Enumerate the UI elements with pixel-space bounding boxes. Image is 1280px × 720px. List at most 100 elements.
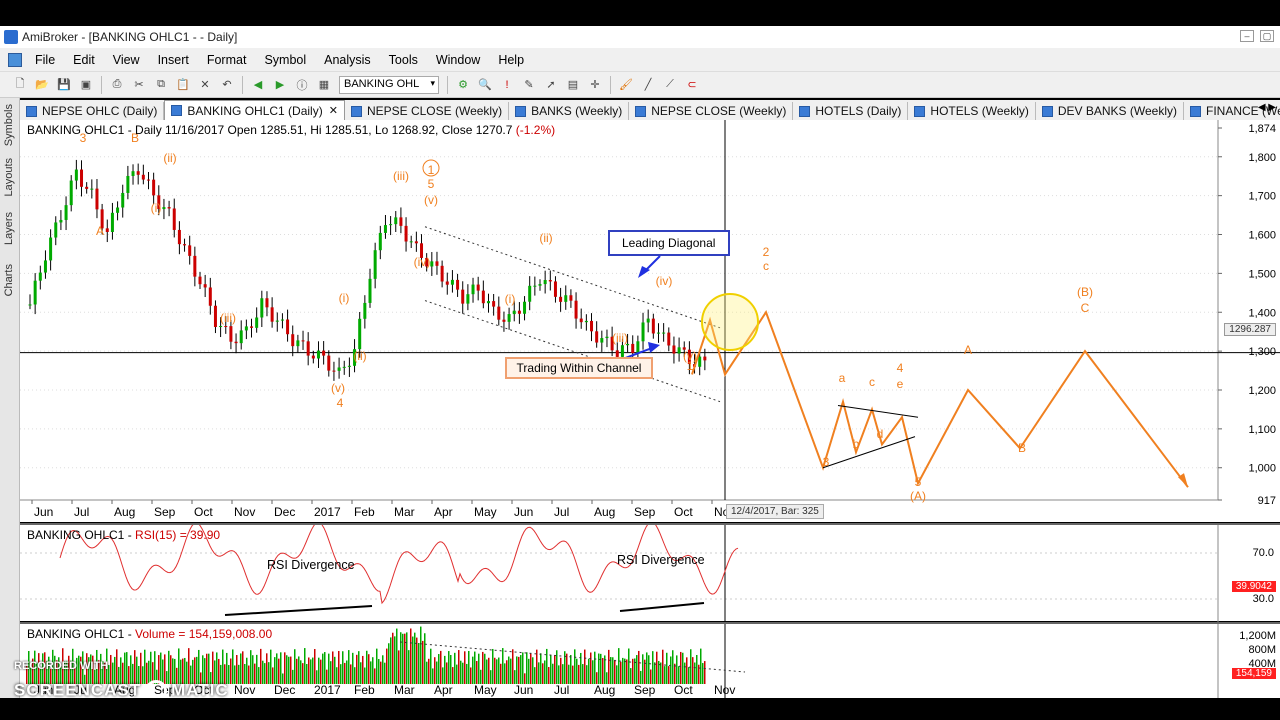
- volume-bar: [322, 653, 324, 684]
- magnet-icon[interactable]: ⊂: [684, 77, 700, 93]
- candle-body: [605, 336, 609, 339]
- menu-insert[interactable]: Insert: [149, 53, 198, 67]
- volume-bar: [608, 649, 610, 684]
- candle-body: [492, 301, 496, 307]
- pointer-icon[interactable]: ➚: [543, 77, 559, 93]
- leading-diagonal-callout[interactable]: Leading Diagonal: [608, 230, 730, 256]
- paste-icon[interactable]: 📋: [175, 77, 191, 93]
- wave-label: (ii): [539, 231, 552, 245]
- toolbar-separator: [242, 75, 243, 94]
- tab-scroll-arrows-icon[interactable]: ◀ ▶: [1258, 102, 1276, 113]
- document-icon[interactable]: [8, 52, 22, 67]
- new-icon[interactable]: 🗋: [12, 77, 28, 93]
- undo-icon[interactable]: ↶: [219, 77, 235, 93]
- chart-icon: [171, 105, 183, 116]
- back-icon[interactable]: ◀: [250, 77, 266, 93]
- chart-type-icon[interactable]: ▤: [565, 77, 581, 93]
- trendline-icon[interactable]: ⟋: [662, 77, 678, 93]
- sidebar-symbols[interactable]: Symbols: [3, 104, 15, 146]
- exclamation-icon[interactable]: !: [499, 77, 515, 93]
- candle-body: [224, 326, 228, 328]
- volume-bar: [548, 667, 550, 684]
- menu-analysis[interactable]: Analysis: [315, 53, 380, 67]
- tab-hotels-weekly[interactable]: HOTELS (Weekly): [908, 102, 1036, 120]
- trading-channel-callout[interactable]: Trading Within Channel: [505, 357, 653, 379]
- volume-bar: [246, 657, 248, 684]
- tab-dev-banks-weekly[interactable]: DEV BANKS (Weekly): [1036, 102, 1185, 120]
- cut-icon[interactable]: ✂: [131, 77, 147, 93]
- volume-bar: [646, 652, 648, 684]
- tab-banking-ohlc1-daily[interactable]: BANKING OHLC1 (Daily) ✕: [164, 100, 345, 120]
- draw-icon[interactable]: ✎: [521, 77, 537, 93]
- volume-bar: [368, 654, 370, 684]
- screen-top-bar: [0, 0, 1280, 26]
- sidebar-charts[interactable]: Charts: [3, 264, 15, 296]
- tab-nepse-close-weekly-2[interactable]: NEPSE CLOSE (Weekly): [629, 102, 794, 120]
- open-folder-icon[interactable]: 📂: [34, 77, 50, 93]
- save-icon[interactable]: 💾: [56, 77, 72, 93]
- candle-body: [533, 285, 537, 287]
- candle-body: [620, 345, 624, 357]
- candle-body: [517, 310, 521, 314]
- candle-body: [698, 356, 702, 367]
- candle-body: [213, 305, 217, 328]
- minimize-icon[interactable]: –: [1240, 30, 1254, 42]
- settings-icon[interactable]: ⚙: [455, 77, 471, 93]
- menu-view[interactable]: View: [104, 53, 149, 67]
- menu-tools[interactable]: Tools: [380, 53, 427, 67]
- quote-editor-icon[interactable]: ▦: [316, 77, 332, 93]
- info-icon[interactable]: ⓘ: [294, 77, 310, 93]
- delete-icon[interactable]: ✕: [197, 77, 213, 93]
- menu-help[interactable]: Help: [489, 53, 533, 67]
- menu-edit[interactable]: Edit: [64, 53, 104, 67]
- rsi-pane[interactable]: BANKING OHLC1 - RSI(15) = 39.90 RSI Dive…: [20, 521, 1280, 623]
- volume-bar: [584, 649, 586, 684]
- price-chart-svg[interactable]: 1,874 1,800 1,700 1,600 1,500 1,400 1,300 1,200…: [20, 120, 1280, 522]
- forward-icon[interactable]: ▶: [272, 77, 288, 93]
- volume-bar: [452, 667, 454, 684]
- tab-label: DEV BANKS (Weekly): [1057, 104, 1178, 118]
- candle-body: [569, 295, 573, 301]
- price-tick-label: 1,874: [1248, 123, 1276, 135]
- toolbar-separator: [447, 75, 448, 94]
- line-tool-icon[interactable]: ╱: [640, 77, 656, 93]
- toolbar-separator: [101, 75, 102, 94]
- menu-symbol[interactable]: Symbol: [255, 53, 315, 67]
- volume-bar: [514, 670, 516, 684]
- crosshair-icon[interactable]: ✛: [587, 77, 603, 93]
- volume-bar: [330, 661, 332, 684]
- zoom-icon[interactable]: 🔍: [477, 77, 493, 93]
- copy-icon[interactable]: ⧉: [153, 77, 169, 93]
- candle-body: [311, 355, 315, 359]
- volume-bar: [660, 662, 662, 684]
- tab-banks-weekly[interactable]: BANKS (Weekly): [509, 102, 630, 120]
- price-chart-pane[interactable]: 1,874 1,800 1,700 1,600 1,500 1,400 1,300 1,200…: [20, 120, 1280, 522]
- volume-bar: [490, 670, 492, 684]
- date-tick-label: May: [474, 505, 497, 519]
- wave-label: A: [964, 343, 972, 357]
- tab-nepse-ohlc-daily[interactable]: NEPSE OHLC (Daily): [20, 102, 165, 120]
- sidebar-layouts[interactable]: Layouts: [3, 158, 15, 197]
- candle-body: [440, 265, 444, 282]
- sidebar-layers[interactable]: Layers: [3, 212, 15, 245]
- wave-label: 4: [337, 396, 344, 410]
- volume-bar: [542, 663, 544, 684]
- save-all-icon[interactable]: ▣: [78, 77, 94, 93]
- tab-hotels-daily[interactable]: HOTELS (Daily): [793, 102, 909, 120]
- menu-file[interactable]: File: [26, 53, 64, 67]
- menu-window[interactable]: Window: [427, 53, 489, 67]
- volume-bar: [686, 657, 688, 684]
- close-tab-icon[interactable]: ✕: [329, 104, 338, 117]
- close-icon[interactable]: ▢: [1260, 30, 1274, 42]
- tab-nepse-close-weekly[interactable]: NEPSE CLOSE (Weekly): [345, 102, 510, 120]
- menu-format[interactable]: Format: [198, 53, 256, 67]
- volume-bar: [328, 653, 330, 684]
- symbol-select[interactable]: BANKING OHL: [339, 75, 439, 94]
- volume-value-marker: 154,159: [1231, 668, 1276, 679]
- wave-label: (i): [505, 292, 516, 306]
- volume-bar: [416, 637, 418, 684]
- volume-bar: [518, 656, 520, 684]
- print-icon[interactable]: ⎙: [109, 77, 125, 93]
- volume-bar: [410, 628, 412, 684]
- color-picker-icon[interactable]: 🖌: [618, 77, 634, 93]
